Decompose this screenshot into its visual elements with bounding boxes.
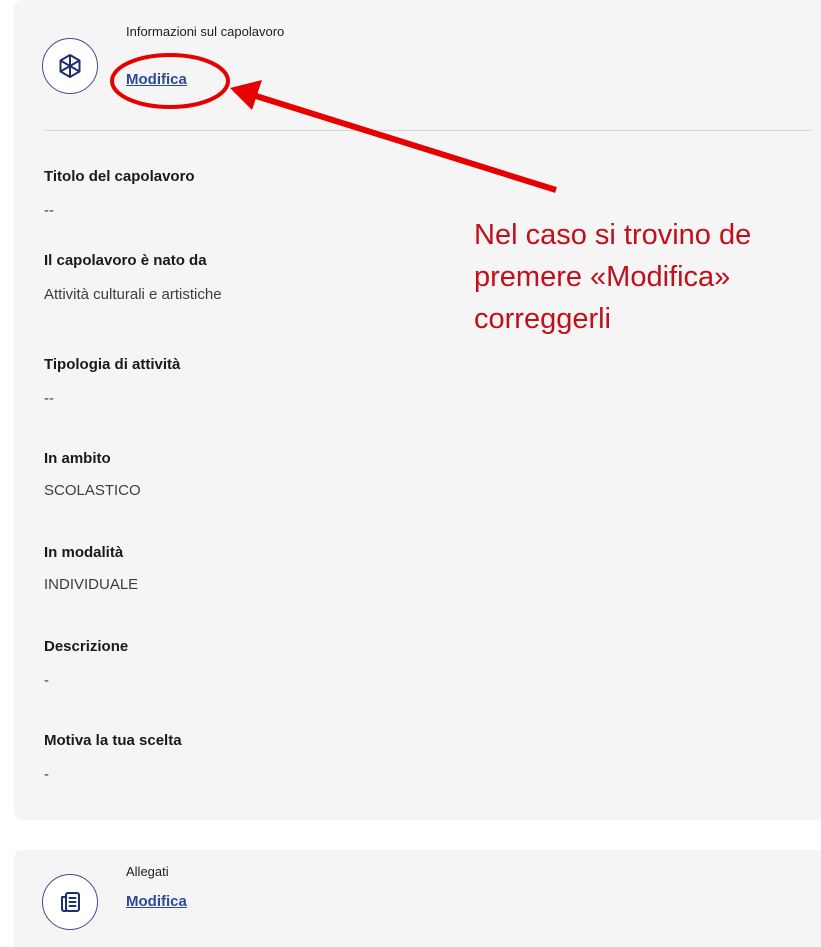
field-label-motiva: Motiva la tua scelta [44,732,182,749]
cube-icon [42,38,98,94]
attachments-section-title: Allegati [126,864,169,879]
field-label-ambito: In ambito [44,450,111,467]
field-value-motiva: - [44,766,49,783]
attachments-card: Allegati Modifica [14,850,821,947]
document-list-icon [42,874,98,930]
info-edit-link[interactable]: Modifica [126,71,187,88]
attachments-edit-link[interactable]: Modifica [126,893,187,910]
field-value-titolo: -- [44,202,54,219]
annotation-text: Nel caso si trovino de premere «Modifica… [474,214,751,340]
field-label-tipologia: Tipologia di attività [44,356,181,373]
field-label-modalita: In modalità [44,544,124,561]
field-value-nato-da: Attività culturali e artistiche [44,286,222,303]
field-value-ambito: SCOLASTICO [44,482,141,499]
field-value-modalita: INDIVIDUALE [44,576,139,593]
info-card: Informazioni sul capolavoro Modifica Tit… [14,0,821,820]
page: Informazioni sul capolavoro Modifica Tit… [0,0,821,947]
annotation-line-2: premere «Modifica» [474,261,731,293]
field-value-tipologia: -- [44,390,54,407]
divider [44,130,812,131]
annotation-line-3: correggerli [474,303,611,335]
annotation-line-1: Nel caso si trovino de [474,219,752,251]
field-label-descrizione: Descrizione [44,638,129,655]
info-section-title: Informazioni sul capolavoro [126,24,285,39]
field-label-nato-da: Il capolavoro è nato da [44,252,207,269]
field-value-descrizione: - [44,672,49,689]
field-label-titolo: Titolo del capolavoro [44,168,195,185]
